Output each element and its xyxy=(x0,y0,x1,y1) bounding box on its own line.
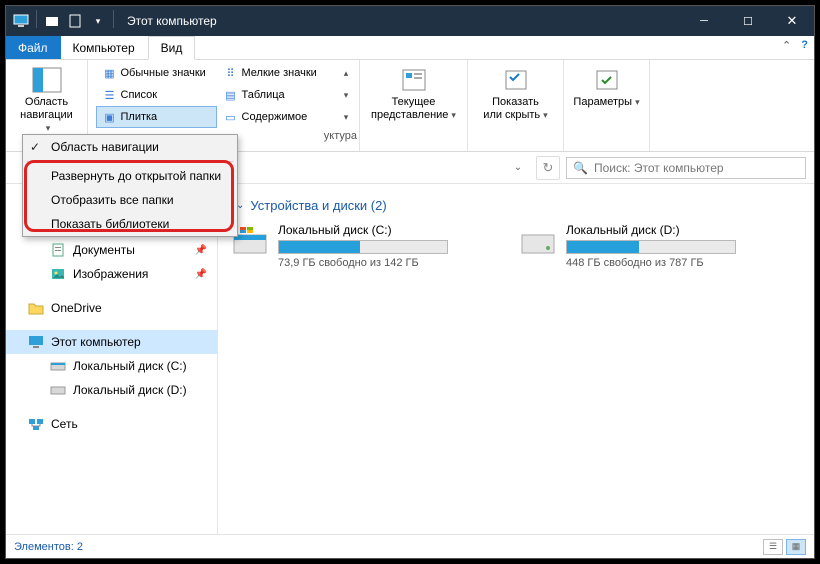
scroll-down-icon[interactable]: ▾ xyxy=(344,90,349,101)
minimize-button[interactable]: ─ xyxy=(682,6,726,36)
dropdown-item-navpane[interactable]: ✓ Область навигации xyxy=(23,135,237,159)
titlebar: ▾ Этот компьютер ─ ☐ ✕ xyxy=(6,6,814,36)
status-item-count: Элементов: 2 xyxy=(14,541,83,553)
pin-icon: 📌 xyxy=(195,269,207,280)
layout-list[interactable]: ☰Список xyxy=(96,84,217,106)
options-icon xyxy=(591,66,623,94)
check-icon: ✓ xyxy=(30,140,40,154)
view-tiles-button[interactable]: ▦ xyxy=(786,539,806,555)
refresh-button[interactable]: ↻ xyxy=(536,156,560,180)
layout-details[interactable]: ▤Таблица xyxy=(217,84,338,106)
drive-c[interactable]: Локальный диск (C:) 73,9 ГБ свободно из … xyxy=(232,223,482,269)
content-pane: ⌄ Устройства и диски (2) Локальный диск … xyxy=(218,184,814,534)
layout-tiles[interactable]: ▣Плитка xyxy=(96,106,217,128)
layout-medium-icons[interactable]: ▦Обычные значки xyxy=(96,62,217,84)
history-dropdown[interactable]: ⌄ xyxy=(506,156,530,180)
qat-newfolder-icon[interactable] xyxy=(41,10,63,32)
navigation-pane-button[interactable]: Область навигации ▾ xyxy=(12,63,81,137)
drive-free-text: 73,9 ГБ свободно из 142 ГБ xyxy=(278,257,482,269)
group-header-devices[interactable]: ⌄ Устройства и диски (2) xyxy=(236,198,800,213)
view-details-button[interactable]: ☰ xyxy=(763,539,783,555)
sidebar-item-onedrive[interactable]: OneDrive xyxy=(6,296,217,320)
window-title: Этот компьютер xyxy=(127,14,217,28)
sidebar-item-diskd[interactable]: Локальный диск (D:) xyxy=(6,378,217,402)
navpane-dropdown: ✓ Область навигации Развернуть до открыт… xyxy=(22,134,238,237)
pictures-icon xyxy=(50,266,66,282)
ribbon-tabs: Файл Компьютер Вид ⌃ ? xyxy=(6,36,814,60)
current-view-button[interactable]: Текущеепредставление▾ xyxy=(366,63,461,124)
layout-small-icons[interactable]: ⠿Мелкие значки xyxy=(217,62,338,84)
drive-name: Локальный диск (C:) xyxy=(278,223,482,237)
layout-content[interactable]: ▭Содержимое xyxy=(217,106,338,128)
drive-free-text: 448 ГБ свободно из 787 ГБ xyxy=(566,257,770,269)
chevron-down-icon: ▾ xyxy=(46,123,51,133)
search-input[interactable]: 🔍 Поиск: Этот компьютер xyxy=(566,157,806,179)
sidebar-item-thispc[interactable]: Этот компьютер xyxy=(6,330,217,354)
show-hide-icon xyxy=(500,66,532,94)
navpane-icon xyxy=(31,66,63,94)
scroll-up-icon[interactable]: ▴ xyxy=(344,68,349,79)
options-button[interactable]: Параметры▾ xyxy=(568,63,644,112)
help-icon[interactable]: ? xyxy=(801,39,808,52)
sidebar-item-diskc[interactable]: Локальный диск (C:) xyxy=(6,354,217,378)
thispc-icon xyxy=(10,10,32,32)
qat-properties-icon[interactable] xyxy=(64,10,86,32)
show-hide-button[interactable]: Показатьили скрыть▾ xyxy=(478,63,552,124)
tab-file[interactable]: Файл xyxy=(6,36,61,59)
ribbon-collapse-icon[interactable]: ⌃ xyxy=(782,39,791,52)
search-icon: 🔍 xyxy=(573,161,588,175)
search-placeholder: Поиск: Этот компьютер xyxy=(594,161,724,175)
drive-icon xyxy=(520,223,556,259)
layout-gallery: ▦Обычные значки ⠿Мелкие значки ▴ ☰Список… xyxy=(96,62,352,128)
dropdown-item-showall[interactable]: Отобразить все папки xyxy=(23,188,237,212)
qat-dropdown-icon[interactable]: ▾ xyxy=(87,10,109,32)
close-button[interactable]: ✕ xyxy=(770,6,814,36)
explorer-window: ▾ Этот компьютер ─ ☐ ✕ Файл Компьютер Ви… xyxy=(5,5,815,559)
status-bar: Элементов: 2 ☰ ▦ xyxy=(6,534,814,558)
maximize-button[interactable]: ☐ xyxy=(726,6,770,36)
drive-usage-bar xyxy=(566,240,736,254)
sidebar-item-documents[interactable]: Документы📌 xyxy=(6,238,217,262)
structure-partial-label: уктура xyxy=(324,130,357,142)
navpane-label: Область навигации xyxy=(17,96,76,121)
separator xyxy=(27,161,233,162)
drive-icon xyxy=(50,358,66,374)
documents-icon xyxy=(50,242,66,258)
drive-icon xyxy=(50,382,66,398)
tab-computer[interactable]: Компьютер xyxy=(61,36,148,59)
current-view-icon xyxy=(398,66,430,94)
thispc-icon xyxy=(28,334,44,350)
pin-icon: 📌 xyxy=(195,245,207,256)
network-icon xyxy=(28,416,44,432)
drive-d[interactable]: Локальный диск (D:) 448 ГБ свободно из 7… xyxy=(520,223,770,269)
tab-view[interactable]: Вид xyxy=(148,36,196,60)
drive-name: Локальный диск (D:) xyxy=(566,223,770,237)
sidebar-item-pictures[interactable]: Изображения📌 xyxy=(6,262,217,286)
drive-usage-bar xyxy=(278,240,448,254)
sidebar-item-network[interactable]: Сеть xyxy=(6,412,217,436)
folder-icon xyxy=(28,300,44,316)
dropdown-item-expand[interactable]: Развернуть до открытой папки xyxy=(23,164,237,188)
gallery-expand-icon[interactable]: ▾ xyxy=(344,112,349,123)
dropdown-item-libraries[interactable]: Показать библиотеки xyxy=(23,212,237,236)
